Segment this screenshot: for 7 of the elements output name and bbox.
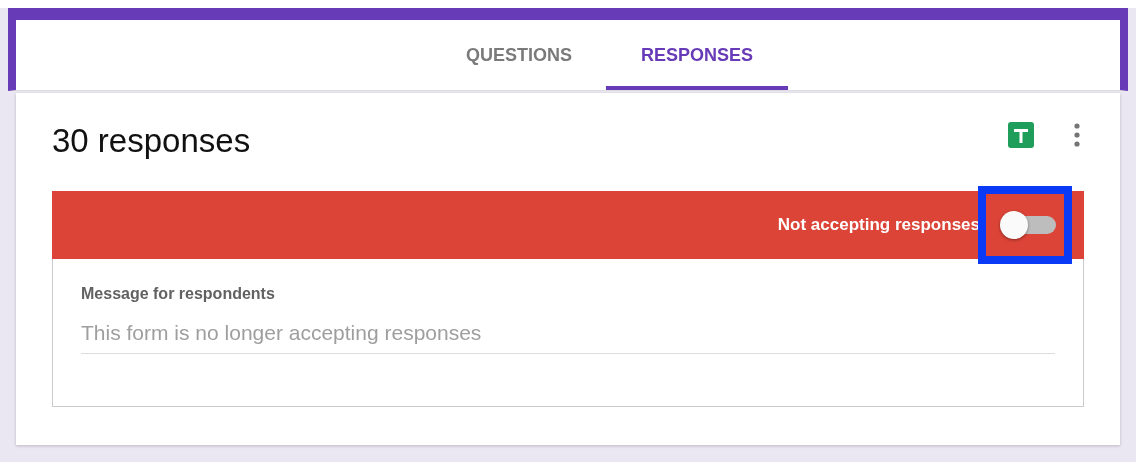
responses-title: 30 responses	[52, 122, 251, 160]
more-icon[interactable]	[1074, 123, 1080, 147]
field-label: Message for respondents	[81, 285, 276, 303]
spreadsheet-icon[interactable]	[1008, 122, 1034, 148]
banner-label: Not accepting responses	[777, 215, 980, 235]
toggle-switch[interactable]	[1000, 211, 1056, 239]
tab[interactable]: QUESTIONS	[432, 20, 606, 90]
